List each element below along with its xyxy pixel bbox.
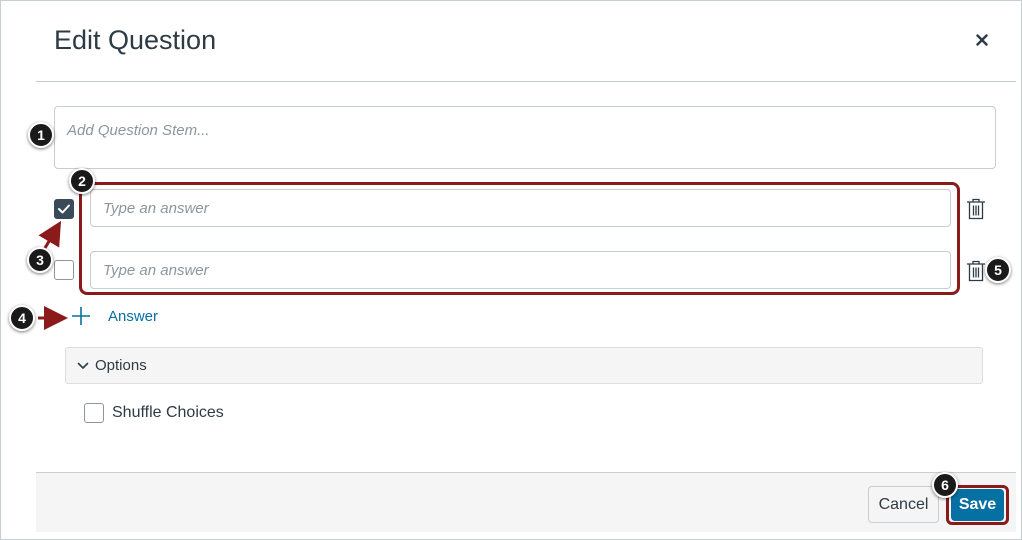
answer-input[interactable]: Type an answer <box>90 189 951 227</box>
header-divider <box>36 81 1016 82</box>
shuffle-choices-label: Shuffle Choices <box>112 404 224 421</box>
chevron-down-icon <box>77 360 89 372</box>
options-label: Options <box>95 357 147 374</box>
question-stem-placeholder: Add Question Stem... <box>67 122 210 139</box>
callout-marker: 3 <box>27 247 53 273</box>
plus-icon <box>72 307 90 325</box>
cancel-button[interactable]: Cancel <box>868 486 939 523</box>
callout-marker: 1 <box>28 122 54 148</box>
trash-icon <box>967 198 985 220</box>
modal-title: Edit Question <box>54 25 217 55</box>
answer-placeholder: Type an answer <box>103 262 209 279</box>
shuffle-choices-row: Shuffle Choices <box>84 403 224 423</box>
callout-marker: 4 <box>9 305 35 331</box>
delete-answer-button[interactable] <box>966 260 986 282</box>
edit-question-modal: Edit Question Add Question Stem... Type … <box>0 0 1022 540</box>
close-icon <box>976 34 988 46</box>
correct-answer-checkbox[interactable] <box>54 260 74 280</box>
close-button[interactable] <box>971 29 993 51</box>
save-button[interactable]: Save <box>951 489 1004 521</box>
answer-input[interactable]: Type an answer <box>90 251 951 289</box>
question-stem-input[interactable]: Add Question Stem... <box>54 106 996 169</box>
delete-answer-button[interactable] <box>966 198 986 220</box>
answer-placeholder: Type an answer <box>103 200 209 217</box>
checkmark-icon <box>58 204 70 214</box>
correct-answer-checkbox[interactable] <box>54 199 74 219</box>
callout-marker: 2 <box>69 168 95 194</box>
add-answer-button[interactable]: Answer <box>71 303 158 329</box>
callout-marker: 6 <box>932 472 958 498</box>
options-toggle[interactable]: Options <box>65 347 983 384</box>
shuffle-choices-checkbox[interactable] <box>84 403 104 423</box>
add-answer-label: Answer <box>108 307 159 325</box>
trash-icon <box>967 260 985 282</box>
callout-marker: 5 <box>985 257 1011 283</box>
